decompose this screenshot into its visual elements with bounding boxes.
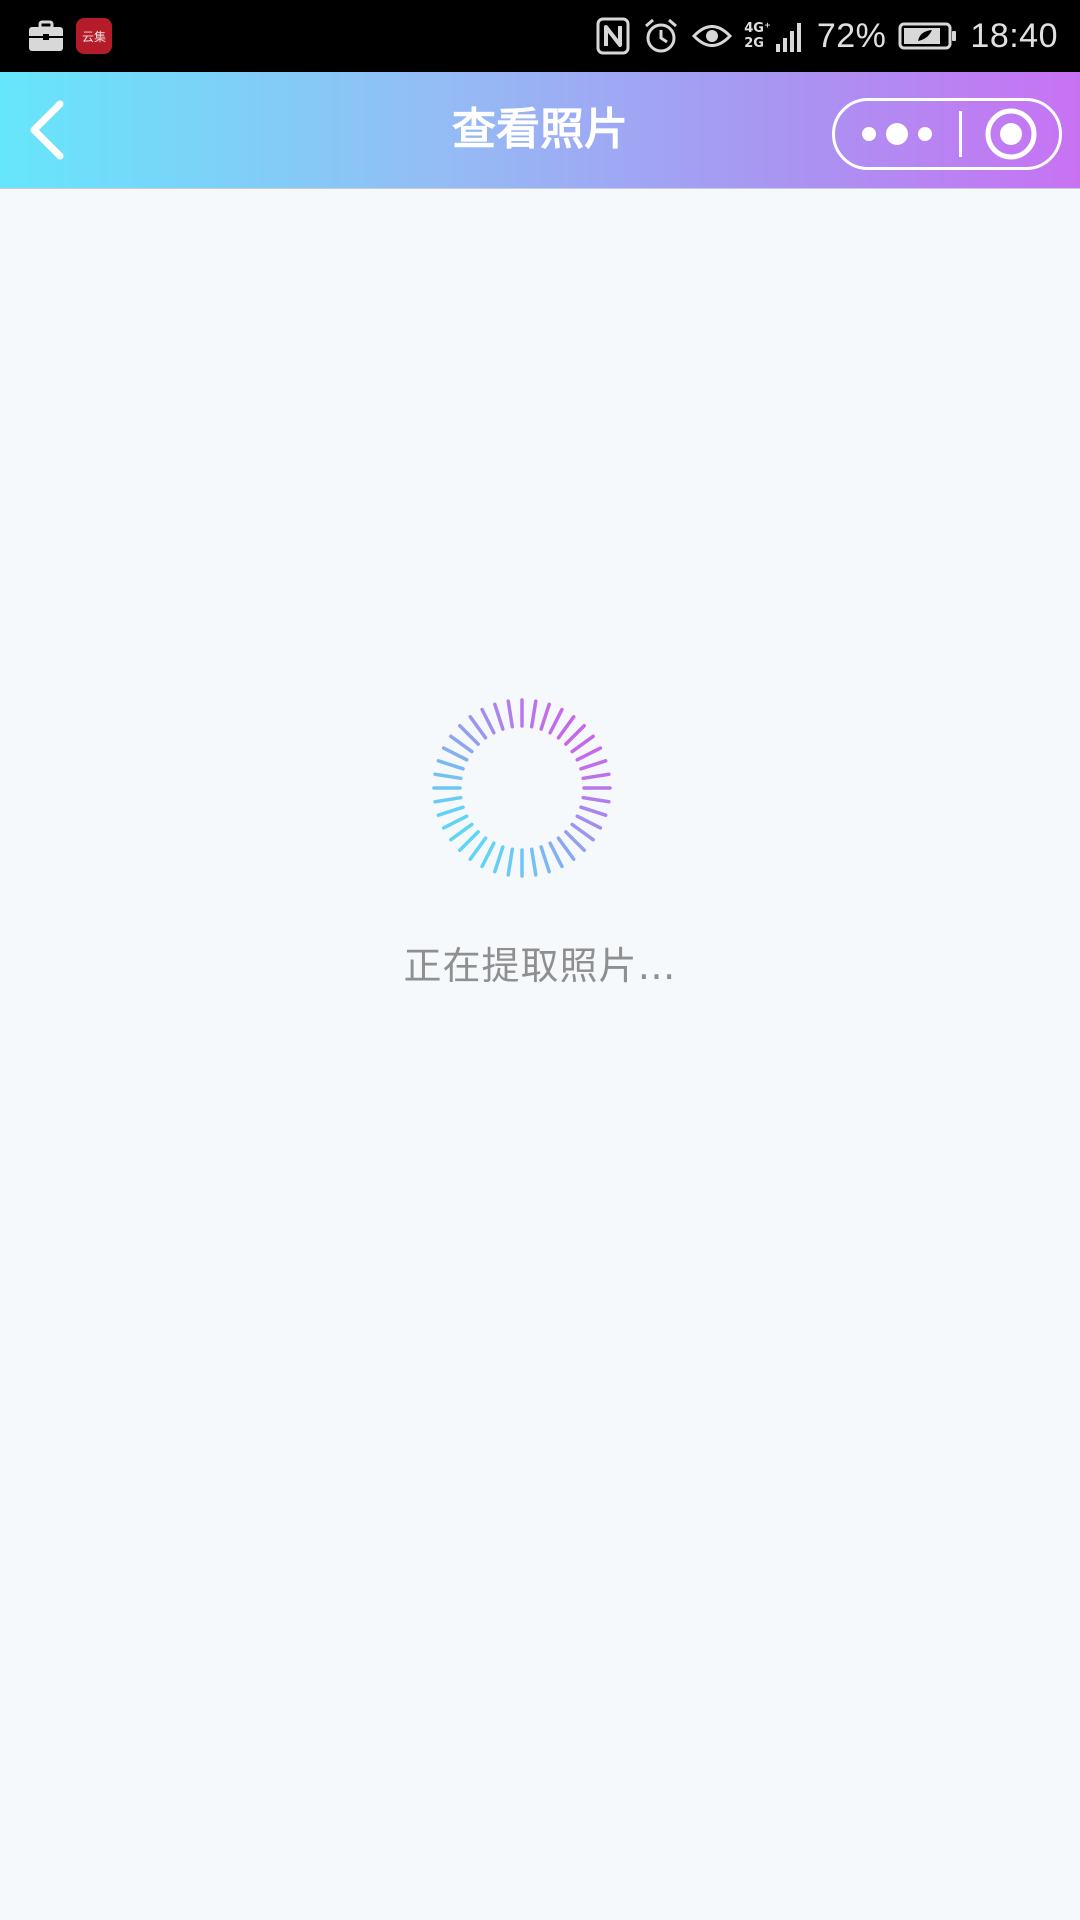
spinner-tick <box>436 759 465 771</box>
loading-spinner-icon <box>432 698 612 878</box>
spinner-tick <box>548 707 564 735</box>
spinner-tick <box>570 734 595 754</box>
spinner-tick <box>506 699 515 729</box>
chevron-left-icon <box>30 100 64 160</box>
spinner-tick <box>449 822 474 842</box>
battery-icon <box>898 22 957 50</box>
spinner-tick <box>458 830 480 852</box>
loading-text: 正在提取照片… <box>403 944 677 988</box>
network-bottom: 2G <box>744 36 764 51</box>
spinner-tick <box>529 847 538 877</box>
spinner-tick <box>579 805 608 817</box>
spinner-tick <box>581 795 611 804</box>
spinner-tick <box>493 702 505 731</box>
back-button[interactable] <box>18 98 82 162</box>
spinner-tick <box>449 734 474 754</box>
spinner-tick <box>433 772 463 781</box>
spinner-tick <box>575 814 603 830</box>
spinner-tick <box>575 746 603 762</box>
briefcase-icon <box>29 20 63 51</box>
app-icon-label: 云集 <box>81 29 106 44</box>
spinner-tick <box>436 805 465 817</box>
spinner-tick <box>468 836 488 861</box>
eye-comfort-icon <box>692 25 733 47</box>
spinner-tick <box>564 724 586 746</box>
spinner-tick <box>581 772 611 781</box>
alarm-icon <box>645 18 678 53</box>
status-bar-right: 4G⁺ 2G 72% 18:40 <box>596 10 1058 62</box>
spinner-tick <box>441 814 469 830</box>
spinner-tick <box>539 845 551 874</box>
spinner-tick <box>564 830 586 852</box>
spinner-tick <box>529 699 538 729</box>
more-dots-icon <box>886 123 908 145</box>
network-type: 4G⁺ 2G <box>744 21 771 51</box>
status-bar-left: 云集 <box>28 14 112 58</box>
app-icon: 云集 <box>76 18 112 54</box>
spinner-tick <box>548 841 564 869</box>
status-bar: 云集 4G⁺ 2G 72% 18:40 <box>0 0 1080 72</box>
title-bar: 查看照片 <box>0 72 1080 189</box>
spinner-tick <box>506 847 515 877</box>
more-dots-icon <box>918 127 932 141</box>
target-close-icon <box>985 108 1036 160</box>
spinner-tick <box>556 715 576 740</box>
spinner-tick <box>441 746 469 762</box>
mini-program-capsule <box>832 98 1062 170</box>
spinner-tick <box>579 759 608 771</box>
spinner-tick <box>570 822 595 842</box>
spinner-tick <box>433 795 463 804</box>
nfc-icon <box>596 17 630 55</box>
spinner-tick <box>468 715 488 740</box>
network-top: 4G⁺ <box>744 21 771 36</box>
spinner-tick <box>480 841 496 869</box>
network-indicator: 4G⁺ 2G <box>744 18 805 54</box>
spinner-tick <box>458 724 480 746</box>
spinner-tick <box>556 836 576 861</box>
clock: 18:40 <box>970 16 1058 55</box>
close-button[interactable] <box>962 101 1059 167</box>
spinner-tick <box>539 702 551 731</box>
spinner-tick <box>493 845 505 874</box>
more-dots-icon <box>862 127 876 141</box>
signal-bars-icon <box>775 23 801 52</box>
battery-percent: 72% <box>816 16 887 55</box>
more-button[interactable] <box>835 101 959 167</box>
spinner-tick <box>480 707 496 735</box>
